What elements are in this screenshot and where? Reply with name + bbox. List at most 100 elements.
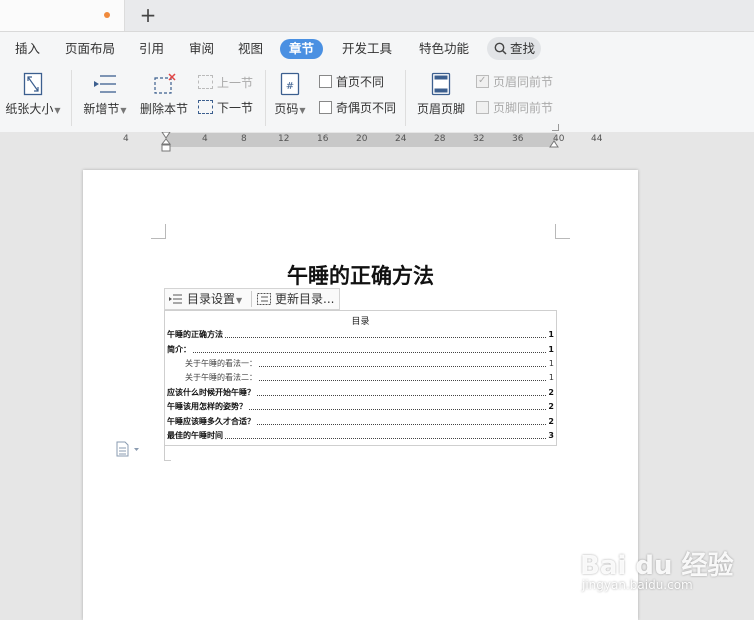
search-button[interactable]: 查找: [487, 37, 541, 60]
page-number-label: 页码: [274, 102, 299, 116]
toc-entry[interactable]: 午睡应该睡多久才合适？ 2: [167, 415, 554, 428]
document-page[interactable]: 午睡的正确方法 目录设置▼ 更新目录... 目录 午睡的正确方法 1 简介： 1 关…: [83, 170, 638, 620]
document-title[interactable]: 午睡的正确方法: [83, 260, 638, 290]
toc-toolbar: 目录设置▼ 更新目录...: [164, 288, 340, 310]
ruler-tick: 44: [591, 134, 603, 144]
toc-entry-page: 1: [546, 357, 554, 370]
watermark: Bai du 经验 jingyan.baidu.com: [580, 545, 750, 605]
checkbox-icon: [319, 101, 332, 114]
horizontal-ruler[interactable]: 4 4 8 12 16 20 24 28 32 36 40 44: [0, 132, 754, 152]
odd-even-different-label: 奇偶页不同: [336, 101, 397, 115]
ruler-tick: 4: [123, 134, 129, 144]
toc-leader: [167, 352, 554, 353]
text-cursor-area: [164, 444, 171, 461]
toc-entry-text: 应该什么时候开始午睡？: [167, 386, 256, 399]
chevron-down-icon: ▼: [120, 106, 127, 115]
ribbon-divider: [71, 70, 72, 126]
right-indent-marker[interactable]: [549, 138, 559, 148]
chevron-down-icon: ▼: [236, 296, 243, 305]
page-number-icon: #: [280, 72, 300, 96]
toc-entry-page: 2: [546, 386, 554, 399]
next-section-label: 下一节: [217, 101, 254, 115]
paper-size-button[interactable]: 纸张大小▼: [4, 72, 62, 117]
prev-section-label: 上一节: [217, 76, 254, 90]
toc-entry-text: 午睡该用怎样的姿势？: [167, 400, 248, 413]
update-toc-label: 更新目录...: [275, 292, 335, 306]
menu-insert[interactable]: 插入: [15, 39, 40, 59]
toc-entry[interactable]: 简介： 1: [167, 343, 554, 356]
margin-corner-top-left: [151, 224, 166, 239]
search-label: 查找: [510, 41, 536, 56]
prev-section-button[interactable]: 上一节: [198, 75, 253, 91]
header-same-as-previous-checkbox[interactable]: ✓ 页眉同前节: [476, 74, 553, 90]
menu-view[interactable]: 视图: [238, 39, 263, 59]
toolbar-divider: [251, 291, 252, 307]
toc-settings-icon: [169, 294, 182, 304]
menu-special-features[interactable]: 特色功能: [419, 39, 469, 59]
ribbon-expand-icon[interactable]: [552, 124, 559, 131]
left-indent-marker[interactable]: [161, 132, 171, 152]
new-tab-button[interactable]: +: [136, 4, 160, 28]
footer-same-as-previous-label: 页脚同前节: [493, 101, 554, 115]
toc-entry-page: 1: [546, 343, 554, 356]
document-icon: [116, 441, 139, 457]
document-tab[interactable]: [0, 0, 125, 31]
paragraph-layout-button[interactable]: [115, 441, 141, 460]
menu-bar: 插入 页面布局 引用 审阅 视图 章节 开发工具 特色功能: [0, 32, 754, 64]
toc-entry[interactable]: 午睡的正确方法 1: [167, 328, 554, 341]
ruler-tick: 28: [434, 134, 446, 144]
ruler-tick: 16: [317, 134, 329, 144]
watermark-url: jingyan.baidu.com: [582, 578, 693, 592]
delete-section-button[interactable]: 删除本节: [139, 72, 189, 117]
new-section-button[interactable]: 新增节▼: [80, 72, 130, 117]
toc-entry[interactable]: 午睡该用怎样的姿势？ 2: [167, 400, 554, 413]
ruler-tick: 36: [512, 134, 524, 144]
ruler-tick: 8: [241, 134, 247, 144]
ruler-tick: 4: [202, 134, 208, 144]
tab-strip: +: [0, 0, 754, 32]
checkbox-icon: ✓: [476, 75, 489, 88]
ribbon-divider: [405, 70, 406, 126]
toc-settings-button[interactable]: 目录设置▼: [169, 290, 242, 308]
new-section-icon: [94, 75, 116, 93]
toc-entry-text: 关于午睡的看法二：: [185, 371, 258, 384]
table-of-contents[interactable]: 目录 午睡的正确方法 1 简介： 1 关于午睡的看法一： 1 关于午睡的看法二： 1 应…: [164, 310, 557, 446]
update-toc-button[interactable]: 更新目录...: [257, 290, 334, 308]
menu-developer-tools[interactable]: 开发工具: [342, 39, 392, 59]
odd-even-different-checkbox[interactable]: 奇偶页不同: [319, 100, 396, 116]
footer-same-as-previous-checkbox[interactable]: 页脚同前节: [476, 100, 553, 116]
toc-entry[interactable]: 关于午睡的看法二： 1: [167, 371, 554, 384]
update-toc-icon: [257, 293, 271, 305]
toc-heading: 目录: [351, 317, 370, 327]
search-icon: [494, 42, 507, 55]
toc-leader: [167, 337, 554, 338]
toc-entry[interactable]: 应该什么时候开始午睡？ 2: [167, 386, 554, 399]
first-page-different-checkbox[interactable]: 首页不同: [319, 74, 384, 90]
ruler-tick: 32: [473, 134, 485, 144]
next-section-button[interactable]: 下一节: [198, 100, 253, 116]
menu-review[interactable]: 审阅: [189, 39, 214, 59]
toc-entry[interactable]: 最佳的午睡时间 3: [167, 429, 554, 442]
toc-entry-text: 午睡应该睡多久才合适？: [167, 415, 256, 428]
toc-entry[interactable]: 关于午睡的看法一： 1: [167, 357, 554, 370]
first-page-different-label: 首页不同: [336, 75, 385, 89]
menu-references[interactable]: 引用: [139, 39, 164, 59]
toc-entry-page: 2: [546, 415, 554, 428]
delete-section-label: 删除本节: [139, 102, 188, 116]
checkbox-icon: [476, 101, 489, 114]
margin-corner-top-right: [555, 224, 570, 239]
menu-section[interactable]: 章节: [280, 39, 324, 59]
menu-page-layout[interactable]: 页面布局: [65, 39, 115, 59]
section-ribbon: 纸张大小▼ 新增节▼ 删除本节 上一节 下一节 # 页码▼ 首页不同 奇偶页不同…: [0, 64, 754, 133]
toc-entry-page: 1: [546, 371, 554, 384]
paper-size-icon: [23, 72, 43, 96]
page-number-button[interactable]: # 页码▼: [271, 72, 309, 117]
toc-entry-page: 3: [546, 429, 554, 442]
toc-entry-text: 午睡的正确方法: [167, 328, 224, 341]
ruler-tick: 20: [356, 134, 368, 144]
ruler-tick: 24: [395, 134, 407, 144]
header-footer-button[interactable]: 页眉页脚: [413, 72, 469, 117]
prev-section-icon: [198, 75, 213, 89]
header-footer-icon: [431, 72, 451, 96]
next-section-icon: [198, 100, 213, 114]
